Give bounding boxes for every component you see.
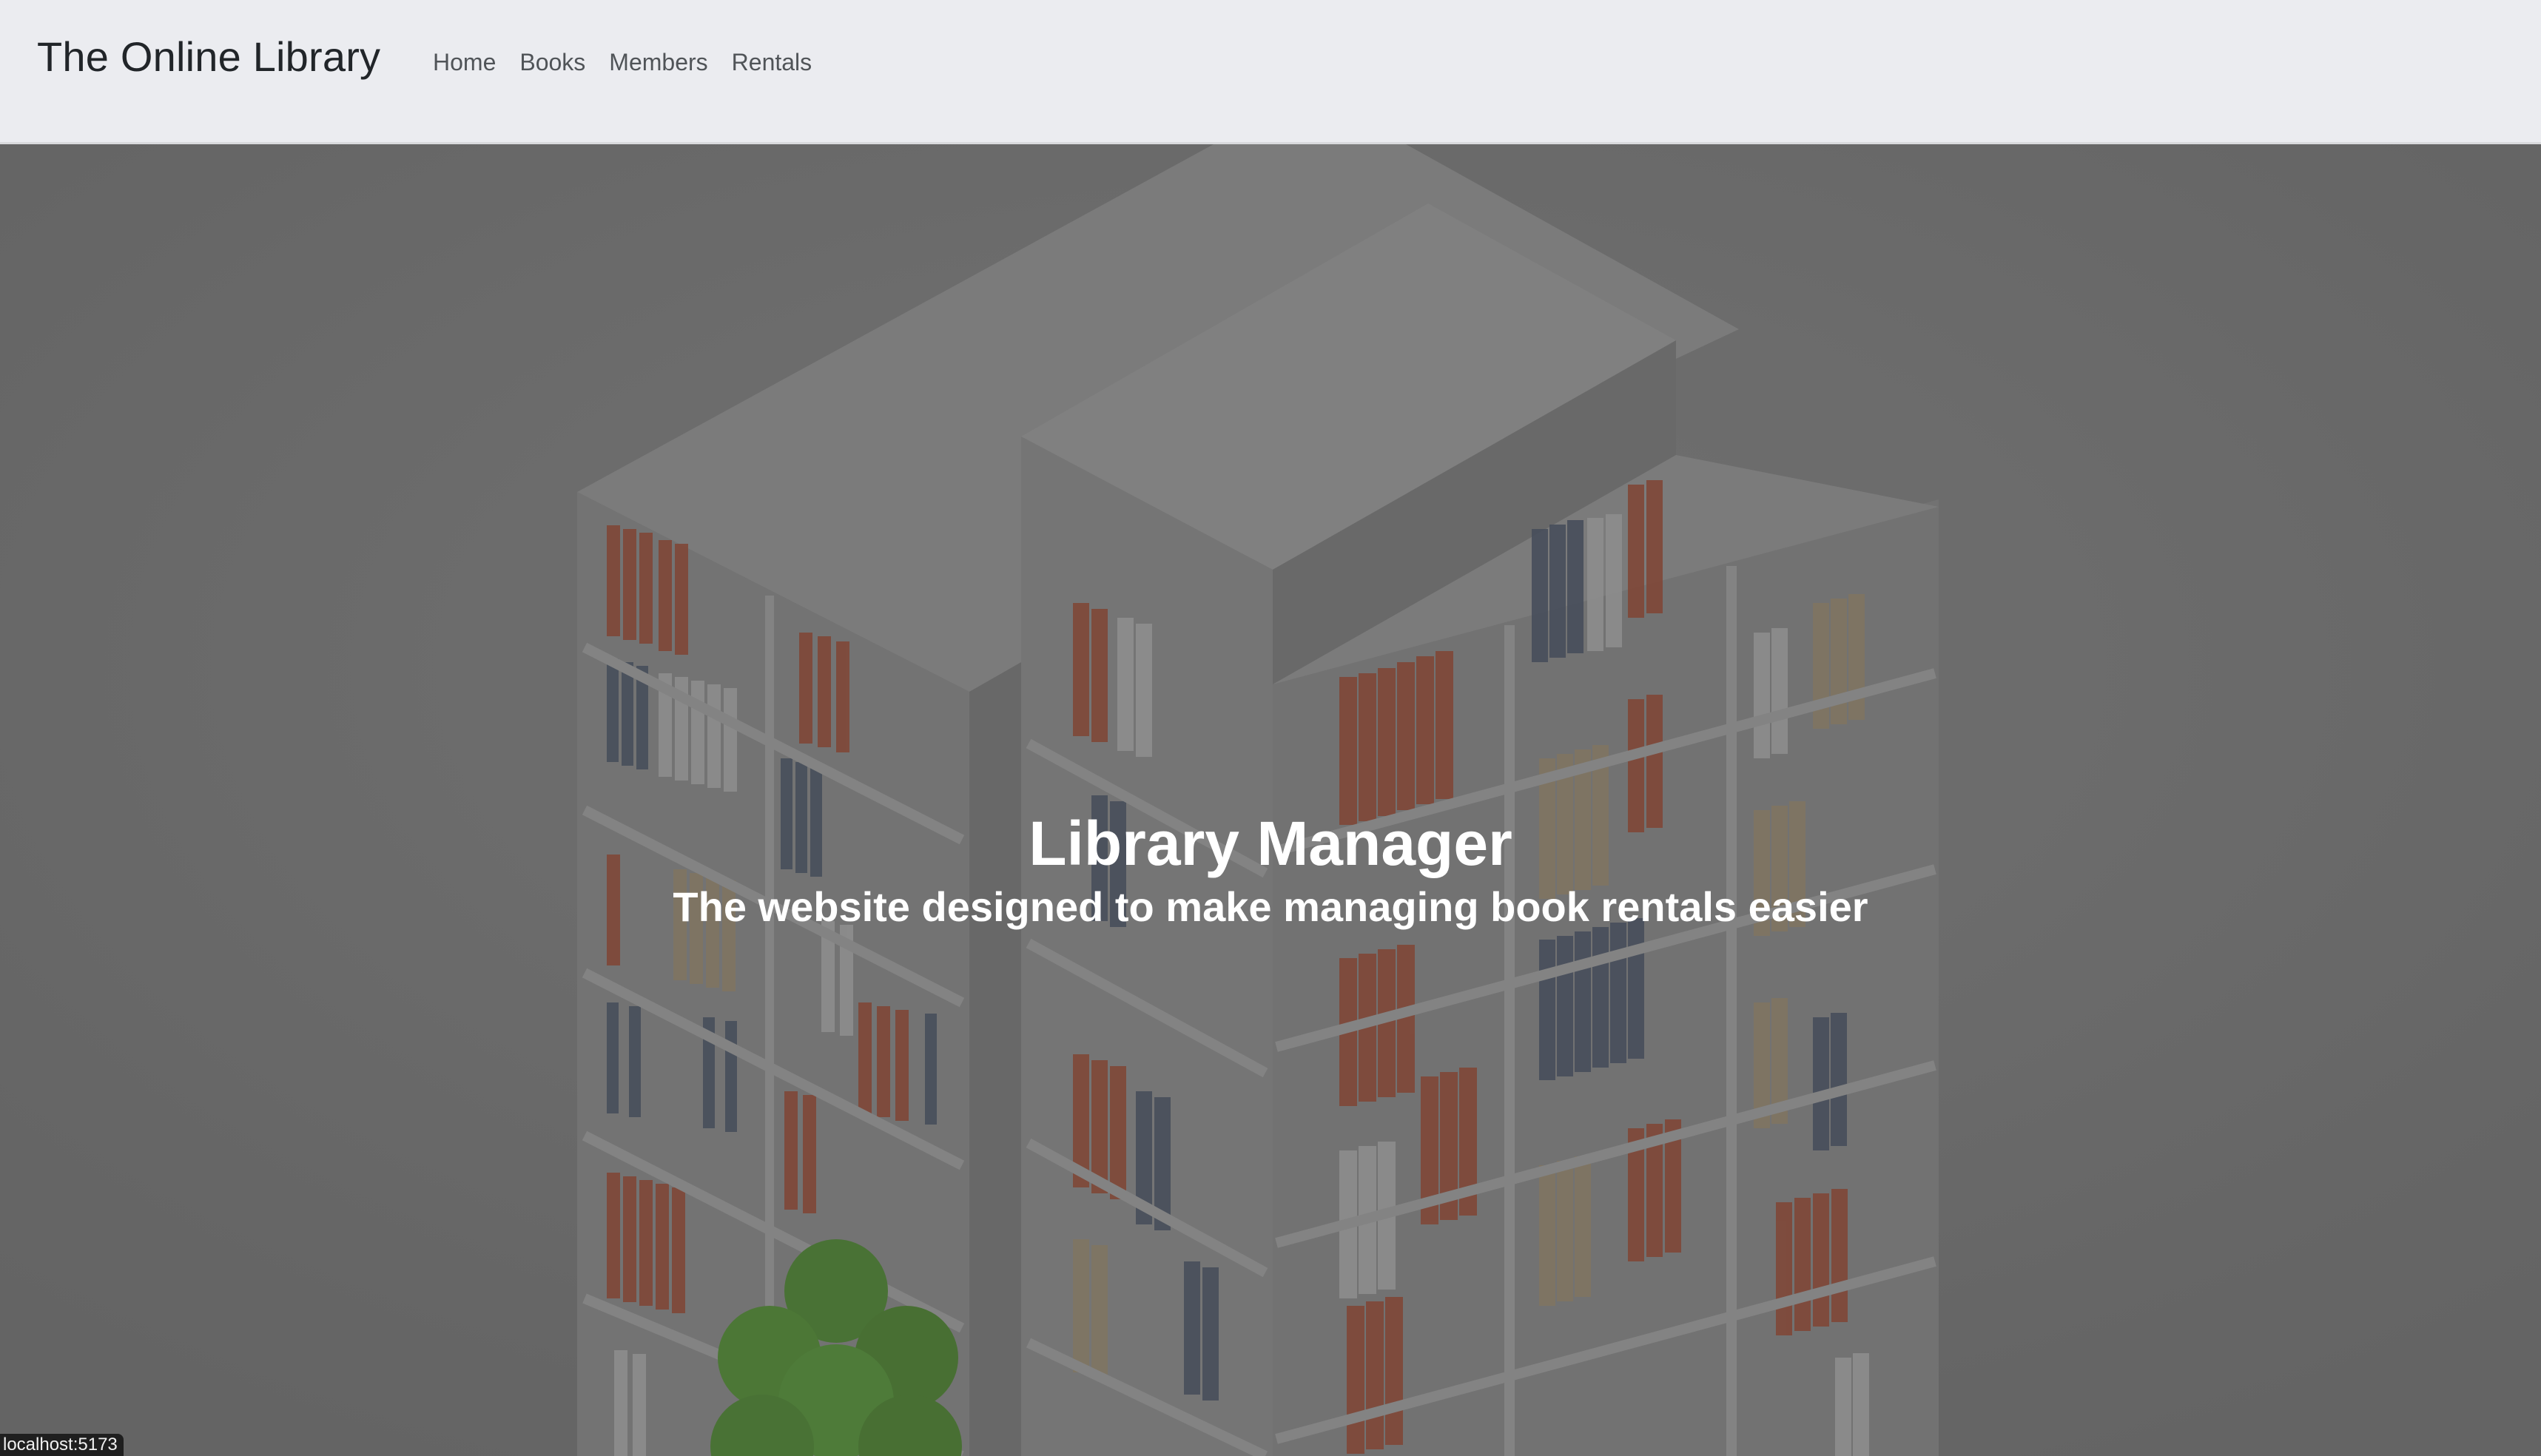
- status-bar-url: localhost:5173: [0, 1434, 124, 1456]
- nav-link-members[interactable]: Members: [597, 47, 719, 77]
- hero-title: Library Manager: [1029, 809, 1512, 878]
- hero-overlay: [0, 144, 2541, 1456]
- hero-section: Library Manager The website designed to …: [0, 144, 2541, 1456]
- nav-link-rentals[interactable]: Rentals: [720, 47, 824, 77]
- hero-text: Library Manager The website designed to …: [0, 806, 2541, 935]
- nav-link-home[interactable]: Home: [433, 47, 508, 77]
- hero-subtitle: The website designed to make managing bo…: [673, 883, 1868, 930]
- brand-link[interactable]: The Online Library: [37, 33, 380, 81]
- top-navbar: The Online Library Home Books Members Re…: [0, 0, 2541, 144]
- nav-links: Home Books Members Rentals: [433, 47, 824, 77]
- nav-link-books[interactable]: Books: [508, 47, 597, 77]
